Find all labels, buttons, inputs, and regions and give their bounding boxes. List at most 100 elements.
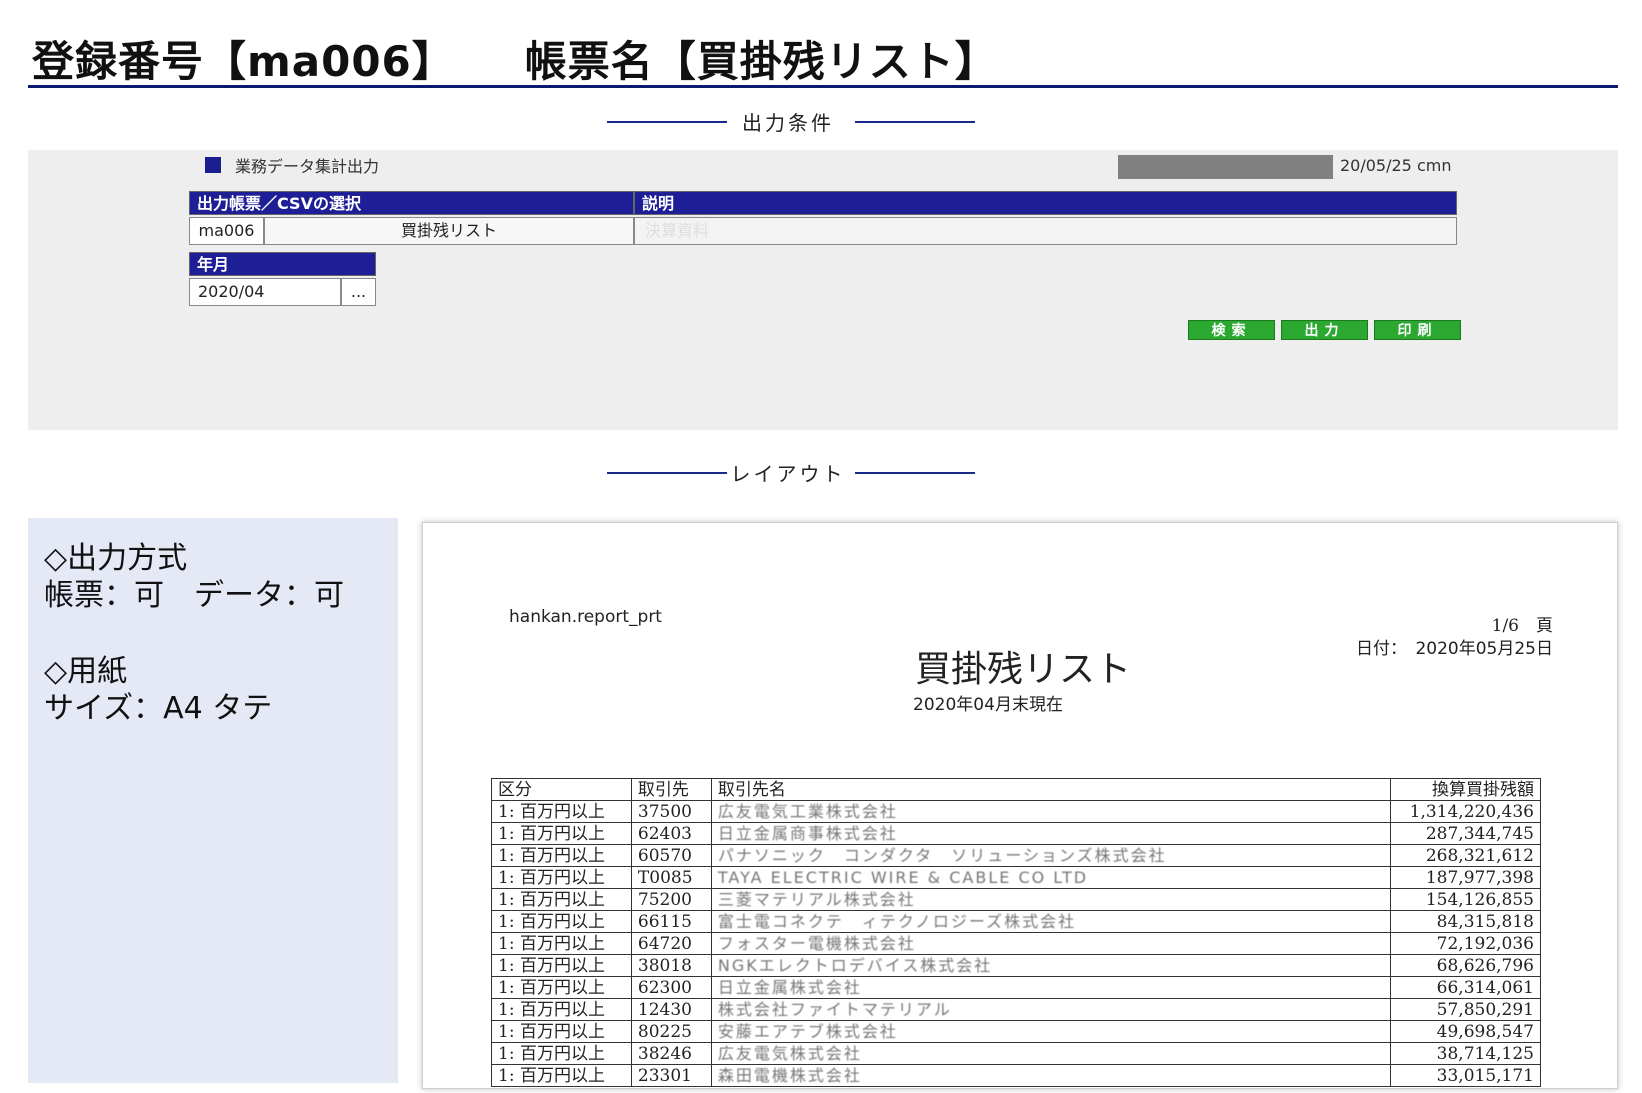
yearmonth-input[interactable]: 2020/04 [189,278,341,306]
report-subtitle: 2020年04月末現在 [913,695,1063,715]
balance-cell: 57,850,291 [1390,998,1541,1021]
report-date: 日付： 2020年05月25日 [1355,639,1553,659]
balance-cell: 72,192,036 [1390,932,1541,955]
table-row: 1: 百万円以上 23301 森田電機株式会社 33,015,171 [491,1064,1541,1087]
supplier-name-cell: 三菱マテリアル株式会社 [710,888,1392,911]
table-row: 1: 百万円以上 62403 日立金属商事株式会社 287,344,745 [491,822,1541,845]
report-table: 区分 取引先 取引先名 換算買掛残額 1: 百万円以上 37500 広友電気工業株式… [491,778,1541,1087]
category-cell: 1: 百万円以上 [491,1020,632,1043]
balance-cell: 49,698,547 [1390,1020,1541,1043]
screen-subtitle: 業務データ集計出力 [235,157,380,176]
supplier-code-cell: 12430 [630,998,712,1021]
column-header-payable-balance: 換算買掛残額 [1390,778,1541,801]
table-row: 1: 百万円以上 75200 三菱マテリアル株式会社 154,126,855 [491,888,1541,911]
print-button[interactable]: 印刷 [1374,320,1461,340]
table-row: 1: 百万円以上 38246 広友電気株式会社 38,714,125 [491,1042,1541,1065]
balance-cell: 1,314,220,436 [1390,800,1541,823]
description-field: 決算資料 [634,217,1457,245]
title-divider [28,85,1618,88]
balance-cell: 68,626,796 [1390,954,1541,977]
paper-size-value: サイズ：A4 タテ [44,691,273,726]
table-row: 1: 百万円以上 64720 フォスター電機株式会社 72,192,036 [491,932,1541,955]
report-title: 買掛残リスト [914,649,1131,690]
date-picker-button[interactable]: ... [341,278,376,306]
supplier-name-cell: 日立金属株式会社 [710,976,1392,999]
supplier-code-cell: 37500 [630,800,712,823]
supplier-code-cell: 64720 [630,932,712,955]
supplier-code-cell: 60570 [630,844,712,867]
category-cell: 1: 百万円以上 [491,822,632,845]
category-cell: 1: 百万円以上 [491,800,632,823]
supplier-name-cell: 株式会社ファイトマテリアル [710,998,1392,1021]
supplier-name-cell: フォスター電機株式会社 [710,932,1392,955]
yearmonth-header: 年月 [189,252,376,276]
supplier-name-cell: 森田電機株式会社 [710,1064,1392,1087]
form-name: 帳票名【買掛残リスト】 [524,37,998,86]
table-row: 1: 百万円以上 62300 日立金属株式会社 66,314,061 [491,976,1541,999]
column-header-category: 区分 [491,778,632,801]
supplier-code-cell: T0085 [630,866,712,889]
balance-cell: 38,714,125 [1390,1042,1541,1065]
category-cell: 1: 百万円以上 [491,1064,632,1087]
output-method-value: 帳票：可 データ：可 [44,578,344,613]
category-cell: 1: 百万円以上 [491,932,632,955]
supplier-name-cell: TAYA ELECTRIC WIRE & CABLE CO LTD [710,866,1392,889]
report-preview: hankan.report_prt 1/6 頁 日付： 2020年05月25日 … [422,522,1618,1089]
supplier-name-cell: 安藤エアテブ株式会社 [710,1020,1392,1043]
balance-cell: 66,314,061 [1390,976,1541,999]
date-user-label: 20/05/25 cmn [1340,156,1452,175]
category-cell: 1: 百万円以上 [491,844,632,867]
category-cell: 1: 百万円以上 [491,866,632,889]
layout-section-heading: レイアウト [0,458,1642,488]
supplier-name-cell: NGKエレクトロデバイス株式会社 [710,954,1392,977]
balance-cell: 187,977,398 [1390,866,1541,889]
output-button[interactable]: 出力 [1281,320,1368,340]
heading-line-right [855,472,975,474]
report-page-number: 1/6 頁 [1491,616,1553,636]
report-header-row: 区分 取引先 取引先名 換算買掛残額 [491,778,1541,801]
balance-cell: 268,321,612 [1390,844,1541,867]
conditions-section-heading: 出力条件 [0,107,1642,137]
supplier-code-cell: 80225 [630,1020,712,1043]
supplier-name-cell: 富士電コネクテ ィテクノロジーズ株式会社 [710,910,1392,933]
column-header-supplier-name: 取引先名 [710,778,1392,801]
table-row: 1: 百万円以上 T0085 TAYA ELECTRIC WIRE & CABLE … [491,866,1541,889]
supplier-code-cell: 38246 [630,1042,712,1065]
category-cell: 1: 百万円以上 [491,1042,632,1065]
supplier-code-cell: 75200 [630,888,712,911]
supplier-name-cell: パナソニック コンダクタ ソリューションズ株式会社 [710,844,1392,867]
supplier-name-cell: 広友電気工業株式会社 [710,800,1392,823]
table-row: 1: 百万円以上 37500 広友電気工業株式会社 1,314,220,436 [491,800,1541,823]
registration-number: 登録番号【ma006】 [32,37,455,86]
balance-cell: 33,015,171 [1390,1064,1541,1087]
supplier-code-cell: 62403 [630,822,712,845]
supplier-code-cell: 38018 [630,954,712,977]
table-row: 1: 百万円以上 12430 株式会社ファイトマテリアル 57,850,291 [491,998,1541,1021]
form-title-field[interactable]: 買掛残リスト [264,217,634,245]
supplier-name-cell: 日立金属商事株式会社 [710,822,1392,845]
heading-line-right [855,121,975,123]
table-row: 1: 百万円以上 60570 パナソニック コンダクタ ソリューションズ株式会社 26… [491,844,1541,867]
balance-cell: 84,315,818 [1390,910,1541,933]
table-row: 1: 百万円以上 80225 安藤エアテブ株式会社 49,698,547 [491,1020,1541,1043]
category-cell: 1: 百万円以上 [491,954,632,977]
report-program-name: hankan.report_prt [509,607,662,627]
description-header: 説明 [634,191,1457,215]
category-cell: 1: 百万円以上 [491,888,632,911]
supplier-code-cell: 66115 [630,910,712,933]
balance-cell: 154,126,855 [1390,888,1541,911]
supplier-code-cell: 23301 [630,1064,712,1087]
category-cell: 1: 百万円以上 [491,998,632,1021]
form-select-header: 出力帳票／CSVの選択 [189,191,634,215]
form-code-field[interactable]: ma006 [189,217,264,245]
page-title: 登録番号【ma006】 帳票名【買掛残リスト】 [32,28,998,89]
balance-cell: 287,344,745 [1390,822,1541,845]
search-button[interactable]: 検索 [1188,320,1275,340]
table-row: 1: 百万円以上 38018 NGKエレクトロデバイス株式会社 68,626,796 [491,954,1541,977]
supplier-name-cell: 広友電気株式会社 [710,1042,1392,1065]
column-header-supplier-code: 取引先 [630,778,712,801]
table-row: 1: 百万円以上 66115 富士電コネクテ ィテクノロジーズ株式会社 84,315,… [491,910,1541,933]
category-cell: 1: 百万円以上 [491,976,632,999]
square-bullet-icon [205,157,221,173]
category-cell: 1: 百万円以上 [491,910,632,933]
